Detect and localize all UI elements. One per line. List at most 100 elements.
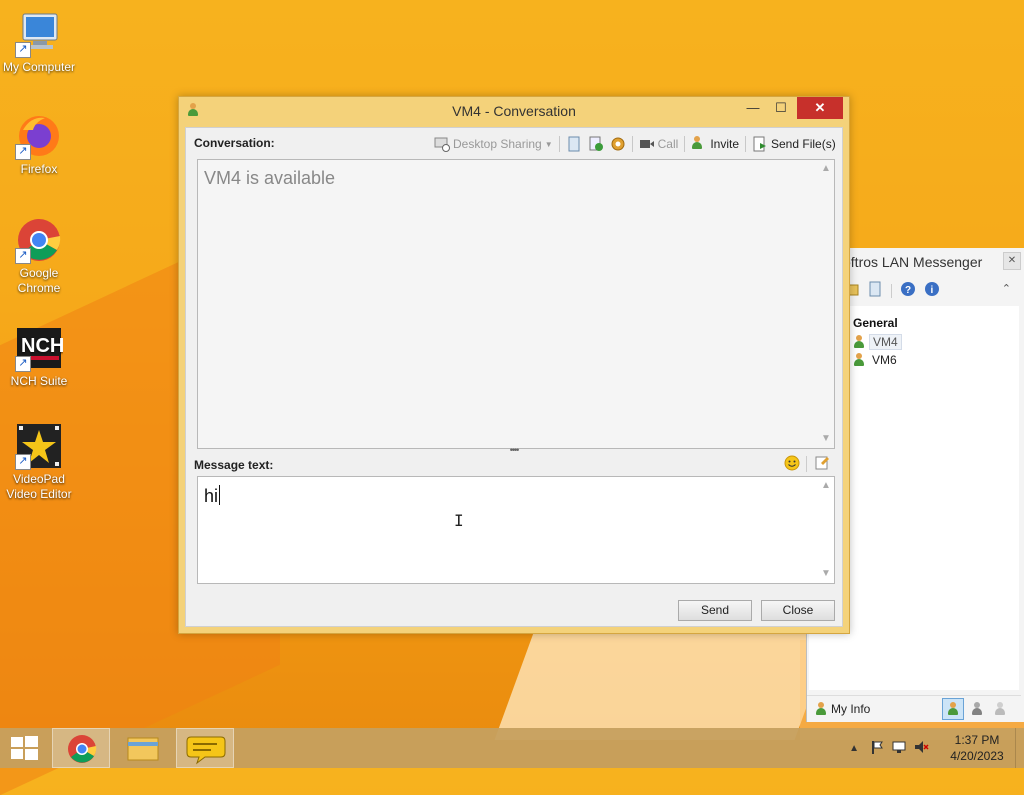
taskbar: ▲ 1:37 PM 4/20/2023 xyxy=(0,728,1024,768)
action-center-flag-icon[interactable] xyxy=(869,739,885,758)
desktop-icon-label: My Computer xyxy=(2,60,76,74)
send-files-button[interactable]: Send File(s) xyxy=(752,136,836,152)
settings-icon[interactable] xyxy=(610,136,626,152)
collapse-icon[interactable]: ⌃ xyxy=(1002,282,1011,295)
help-icon[interactable]: ? xyxy=(900,281,916,300)
call-button[interactable]: Call xyxy=(639,136,679,152)
history-icon[interactable] xyxy=(867,281,883,300)
splitter-handle[interactable]: •••• xyxy=(506,446,522,455)
conversation-toolbar: Desktop Sharing ▼ Call Invite Send File(… xyxy=(434,134,836,154)
my-info-button[interactable]: My Info xyxy=(815,702,939,716)
firefox-icon: ↗ xyxy=(15,112,63,160)
status-busy-button[interactable] xyxy=(967,699,987,719)
conversation-window[interactable]: VM4 - Conversation — ☐ ✕ Conversation: D… xyxy=(178,96,850,634)
taskbar-lan-messenger[interactable] xyxy=(176,728,234,768)
emoticon-icon[interactable] xyxy=(784,455,800,474)
message-value: hi xyxy=(204,486,219,506)
close-window-button[interactable]: ✕ xyxy=(797,97,843,119)
svg-text:i: i xyxy=(931,285,934,296)
toolbar-separator xyxy=(631,136,633,152)
conversation-scrollbar[interactable]: ▲ ▼ xyxy=(818,160,834,448)
folder-icon xyxy=(127,737,159,761)
transfers-icon[interactable] xyxy=(588,136,604,152)
clock-time: 1:37 PM xyxy=(954,733,1000,747)
show-desktop-button[interactable] xyxy=(1015,728,1024,768)
send-files-label: Send File(s) xyxy=(771,137,836,151)
send-button[interactable]: Send xyxy=(678,600,752,621)
conversation-history[interactable]: VM4 is available ▲ ▼ xyxy=(197,159,835,449)
lan-toolbar: ? i xyxy=(843,281,940,300)
toolbar-separator xyxy=(684,136,686,152)
font-icon[interactable] xyxy=(814,455,830,474)
scroll-up-icon[interactable]: ▲ xyxy=(818,162,834,176)
nch-icon: NCH ↗ xyxy=(15,324,64,372)
user-icon xyxy=(853,353,865,367)
user-busy-icon xyxy=(971,702,983,716)
user-online-icon xyxy=(947,702,959,716)
clock[interactable]: 1:37 PM 4/20/2023 xyxy=(939,732,1015,764)
text-cursor-icon: I xyxy=(454,511,464,530)
message-input[interactable]: hi I ▲ ▼ xyxy=(197,476,835,584)
chevron-down-icon: ▼ xyxy=(544,139,553,149)
desktop-icon-label: NCH Suite xyxy=(10,374,68,388)
scroll-up-icon[interactable]: ▲ xyxy=(818,479,834,493)
title-bar[interactable]: VM4 - Conversation — ☐ ✕ xyxy=(179,97,849,125)
desktop-sharing-label: Desktop Sharing xyxy=(453,137,542,151)
volume-muted-icon[interactable] xyxy=(913,739,929,758)
desktop-icon-videopad[interactable]: ↗ VideoPad Video Editor xyxy=(0,422,78,502)
scroll-down-icon[interactable]: ▼ xyxy=(818,567,834,581)
desktop-icon-firefox[interactable]: ↗ Firefox xyxy=(0,112,78,177)
message-input-text: hi xyxy=(204,485,221,507)
video-camera-icon xyxy=(639,136,655,152)
contact-name: VM6 xyxy=(872,353,897,367)
message-scrollbar[interactable]: ▲ ▼ xyxy=(818,477,834,583)
computer-icon: ↗ xyxy=(15,10,63,58)
svg-text:?: ? xyxy=(905,285,911,296)
contact-item-vm4[interactable]: VM4 xyxy=(853,334,902,350)
my-info-label: My Info xyxy=(831,702,871,716)
system-tray: ▲ 1:37 PM 4/20/2023 xyxy=(849,728,1024,768)
toolbar-separator xyxy=(745,136,746,152)
desktop-icon-nch-suite[interactable]: NCH ↗ NCH Suite xyxy=(0,324,78,389)
maximize-button[interactable]: ☐ xyxy=(767,97,795,119)
invite-button[interactable]: Invite xyxy=(691,136,739,152)
status-offline-button[interactable] xyxy=(990,699,1010,719)
contact-item-vm6[interactable]: VM6 xyxy=(853,352,900,368)
minimize-button[interactable]: — xyxy=(739,97,767,119)
clock-date: 4/20/2023 xyxy=(950,749,1004,763)
chrome-icon: ↗ xyxy=(15,216,63,264)
videopad-icon: ↗ xyxy=(15,422,63,470)
scroll-down-icon[interactable]: ▼ xyxy=(818,432,834,446)
user-offline-icon xyxy=(994,702,1006,716)
close-button[interactable]: Close xyxy=(761,600,835,621)
toolbar-separator xyxy=(806,456,807,472)
windows-logo-icon xyxy=(11,736,38,760)
invite-label: Invite xyxy=(710,137,739,151)
desktop-sharing-button[interactable]: Desktop Sharing ▼ xyxy=(434,136,553,152)
contact-name: VM4 xyxy=(869,334,902,350)
info-icon[interactable]: i xyxy=(924,281,940,300)
desktop-icon-chrome[interactable]: ↗ Google Chrome xyxy=(0,216,78,296)
chat-bubble-icon xyxy=(186,736,226,765)
lan-close-button[interactable]: ✕ xyxy=(1003,252,1021,270)
window-client: Conversation: Desktop Sharing ▼ Call Inv… xyxy=(185,127,843,627)
desktop-icon-label: Google Chrome xyxy=(17,266,61,295)
lan-window-title: oftros LAN Messenger xyxy=(843,254,983,270)
show-hidden-icons[interactable]: ▲ xyxy=(849,743,859,754)
message-text-label: Message text: xyxy=(194,458,274,472)
call-label: Call xyxy=(657,137,679,151)
invite-users-icon xyxy=(691,136,707,152)
start-button[interactable] xyxy=(0,728,48,768)
group-label: General xyxy=(853,316,898,330)
taskbar-chrome[interactable] xyxy=(52,728,110,768)
network-icon[interactable] xyxy=(891,739,907,758)
desktop-icon-label: VideoPad Video Editor xyxy=(6,472,72,501)
status-message: VM4 is available xyxy=(204,168,336,188)
desktop-sharing-icon xyxy=(434,136,450,152)
taskbar-file-explorer[interactable] xyxy=(114,728,172,768)
desktop-icon-my-computer[interactable]: ↗ My Computer xyxy=(0,10,78,75)
chrome-icon xyxy=(68,735,97,763)
status-online-button[interactable] xyxy=(942,698,964,720)
history-icon[interactable] xyxy=(566,136,582,152)
user-icon xyxy=(853,335,865,349)
